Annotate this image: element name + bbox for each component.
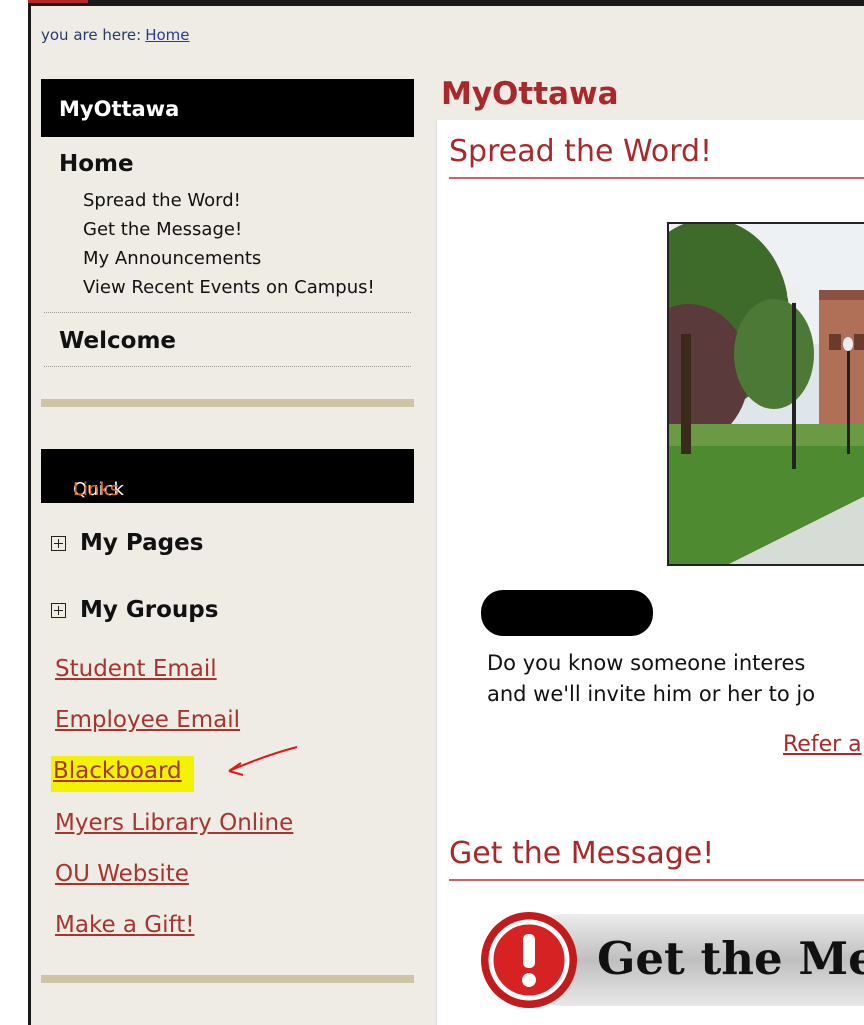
description-line-1: Do you know someone interes: [487, 651, 806, 675]
divider: [44, 366, 411, 367]
top-red-accent: [28, 0, 88, 3]
breadcrumb-home-link[interactable]: Home: [145, 26, 189, 44]
tan-divider-bar: [41, 975, 414, 983]
campus-photo-image: [669, 224, 864, 564]
my-groups-expander[interactable]: My Groups: [51, 597, 218, 623]
expand-plus-icon[interactable]: [51, 535, 66, 551]
section-heading-get-the-message: Get the Message!: [449, 836, 864, 881]
make-a-gift-link[interactable]: Make a Gift!: [55, 912, 194, 938]
home-subitems: Spread the Word! Get the Message! My Ann…: [83, 186, 375, 302]
top-frame-rule: [28, 0, 864, 6]
blackboard-link-highlight[interactable]: Blackboard: [51, 756, 194, 792]
tan-divider-bar: [41, 399, 414, 407]
section-heading-spread-the-word: Spread the Word!: [449, 134, 864, 179]
quicklinks-block-header: Quick Links: [41, 449, 414, 503]
ou-website-link[interactable]: OU Website: [55, 861, 189, 887]
red-arrow-annotation-icon: [228, 746, 298, 776]
campus-photo: [667, 222, 864, 566]
subitem-view-recent-events[interactable]: View Recent Events on Campus!: [83, 273, 375, 302]
employee-email-link[interactable]: Employee Email: [55, 707, 240, 733]
subitem-get-the-message[interactable]: Get the Message!: [83, 215, 375, 244]
my-pages-expander[interactable]: My Pages: [51, 530, 203, 556]
description-line-2: and we'll invite him or her to jo: [487, 682, 816, 706]
divider: [44, 312, 411, 313]
student-email-link[interactable]: Student Email: [55, 656, 217, 682]
page-title: MyOttawa: [441, 76, 619, 112]
nav-welcome[interactable]: Welcome: [59, 328, 176, 354]
subitem-spread-the-word[interactable]: Spread the Word!: [83, 186, 375, 215]
redacted-name-block: [481, 590, 653, 636]
left-frame-rule: [28, 0, 31, 1025]
breadcrumb: you are here: Home: [41, 26, 190, 44]
myers-library-online-link[interactable]: Myers Library Online: [55, 810, 293, 836]
subitem-my-announcements[interactable]: My Announcements: [83, 244, 375, 273]
page-body: you are here: Home MyOttawa Home Spread t…: [31, 6, 864, 1025]
myottawa-block-title: MyOttawa: [59, 97, 180, 121]
quicklinks-title-part2: Links: [73, 479, 120, 500]
my-pages-label: My Pages: [80, 530, 204, 556]
description-text: Do you know someone interes and we'll in…: [487, 648, 815, 710]
breadcrumb-prefix: you are here:: [41, 26, 142, 44]
my-groups-label: My Groups: [80, 597, 219, 623]
blackboard-link[interactable]: Blackboard: [51, 756, 194, 792]
refer-link[interactable]: Refer a: [783, 732, 862, 757]
nav-home[interactable]: Home: [59, 151, 134, 177]
screenshot-frame: you are here: Home MyOttawa Home Spread t…: [0, 0, 864, 1025]
banner-text: Get the Me: [597, 932, 864, 985]
main-content: Spread the Word! Do you know someone int…: [436, 120, 864, 1025]
myottawa-block-header: MyOttawa: [41, 79, 414, 137]
expand-plus-icon[interactable]: [51, 602, 66, 618]
